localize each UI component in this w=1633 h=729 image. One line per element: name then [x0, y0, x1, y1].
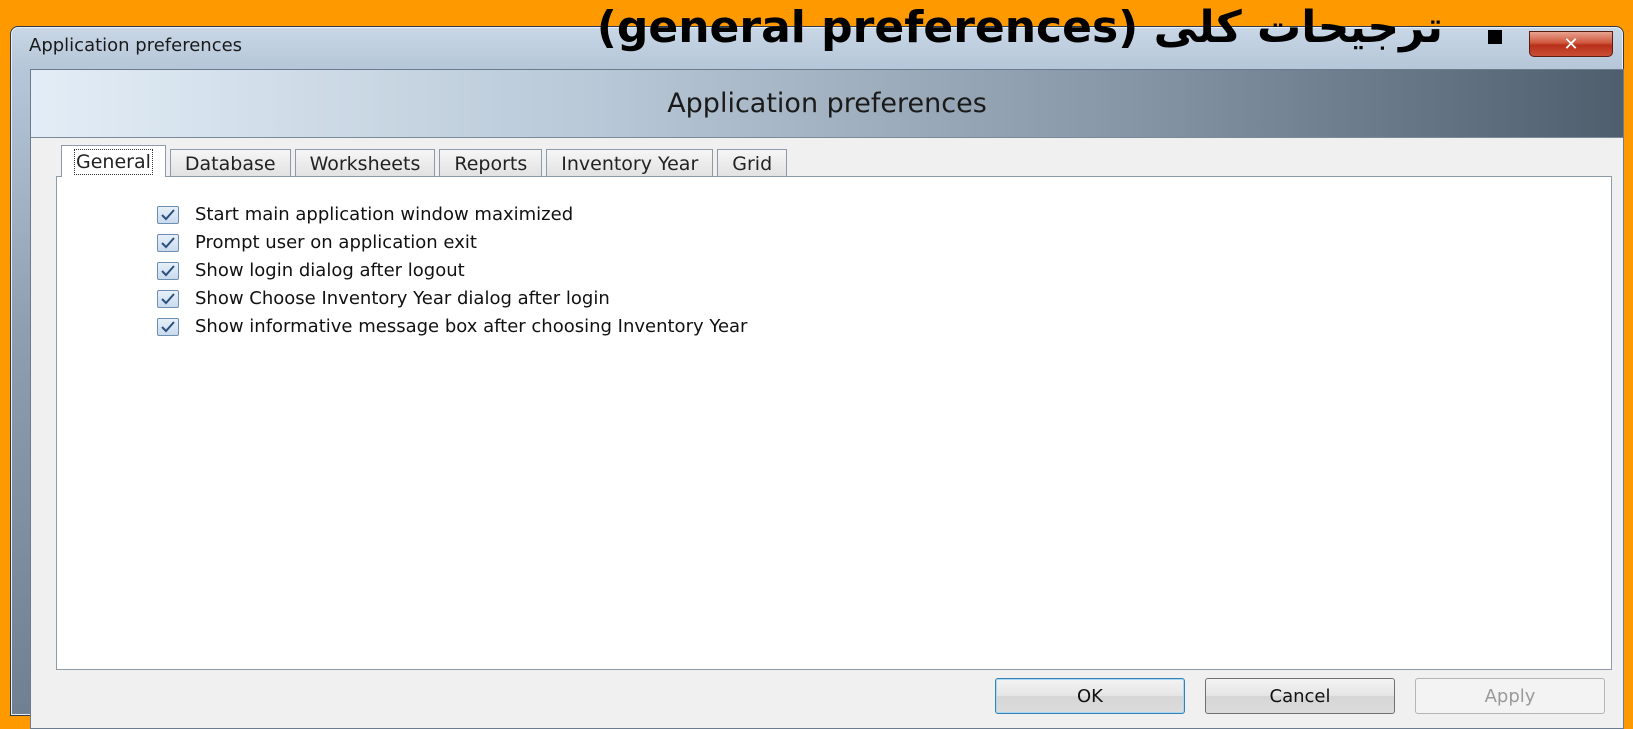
checkmark-icon: [161, 264, 175, 276]
tab-general[interactable]: General: [61, 145, 166, 177]
tab-label: General: [74, 148, 153, 175]
option-label: Show login dialog after logout: [195, 260, 465, 281]
option-prompt-on-exit[interactable]: Prompt user on application exit: [157, 232, 477, 253]
tab-database[interactable]: Database: [169, 149, 291, 177]
checkbox[interactable]: [157, 261, 179, 280]
tab-label: Database: [184, 152, 276, 175]
tab-reports[interactable]: Reports: [439, 149, 543, 177]
dialog-banner: Application preferences: [31, 70, 1623, 138]
option-label: Show Choose Inventory Year dialog after …: [195, 288, 610, 309]
option-label: Show informative message box after choos…: [195, 316, 748, 337]
checkbox[interactable]: [157, 289, 179, 308]
tab-label: Worksheets: [309, 152, 421, 175]
option-start-maximized[interactable]: Start main application window maximized: [157, 204, 573, 225]
ok-button[interactable]: OK: [995, 678, 1185, 714]
checkmark-icon: [161, 208, 175, 220]
option-login-after-logout[interactable]: Show login dialog after logout: [157, 260, 465, 281]
checkbox[interactable]: [157, 205, 179, 224]
tab-strip: General Database Worksheets Reports Inve…: [61, 145, 791, 177]
tab-label: Inventory Year: [561, 152, 699, 175]
checkbox[interactable]: [157, 317, 179, 336]
checkmark-icon: [161, 320, 175, 332]
dialog-client-area: Application preferences General Database…: [30, 69, 1624, 729]
option-choose-inventory-year[interactable]: Show Choose Inventory Year dialog after …: [157, 288, 610, 309]
banner-title: Application preferences: [667, 88, 987, 119]
general-tab-panel: Start main application window maximized …: [56, 176, 1612, 670]
cancel-button[interactable]: Cancel: [1205, 678, 1395, 714]
checkbox[interactable]: [157, 233, 179, 252]
dialog-buttons: OK Cancel Apply: [31, 678, 1623, 718]
tab-inventory-year[interactable]: Inventory Year: [546, 149, 714, 177]
close-icon: ✕: [1563, 33, 1579, 55]
option-informative-message[interactable]: Show informative message box after choos…: [157, 316, 747, 337]
tab-label: Grid: [732, 152, 773, 175]
tab-label: Reports: [454, 152, 528, 175]
tab-grid[interactable]: Grid: [717, 149, 788, 177]
tab-worksheets[interactable]: Worksheets: [294, 149, 436, 177]
window-title: Application preferences: [29, 35, 243, 56]
option-label: Prompt user on application exit: [195, 232, 477, 253]
close-button[interactable]: ✕: [1529, 31, 1613, 57]
apply-button[interactable]: Apply: [1415, 678, 1605, 714]
option-label: Start main application window maximized: [195, 204, 574, 225]
checkmark-icon: [161, 236, 175, 248]
application-preferences-window: Application preferences ✕ Application pr…: [10, 26, 1624, 729]
checkmark-icon: [161, 292, 175, 304]
